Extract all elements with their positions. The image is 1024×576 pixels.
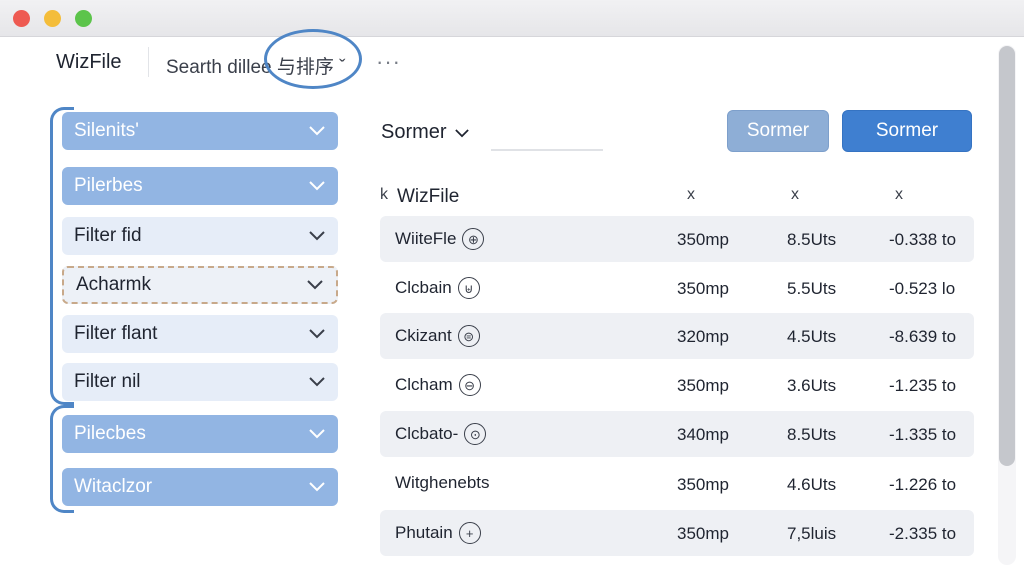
size-cell: 350mp [677,475,729,494]
sort-input[interactable] [491,149,603,151]
file-name: Clcbain [395,278,452,297]
chevron-down-icon [308,373,326,391]
size-cell: 340mp [677,425,729,444]
filter-dropdown-5[interactable]: Filter flant [62,315,338,353]
chevron-down-icon [306,276,324,294]
size-cell: 350mp [677,524,729,543]
add-icon: + [458,522,481,544]
table-row[interactable]: Clcham ⊖ 350mp 3.6Uts -1.235 to [380,362,974,408]
filter-dropdown-3[interactable]: Filter fid [62,217,338,255]
filter-label: Filter nil [74,371,141,392]
row-name-cell: Witghenebts [395,473,490,493]
col2-cell: 7,5luis [787,524,837,543]
chevron-down-icon [308,177,326,195]
app-title: WizFile [56,51,122,73]
filter-label: Filter fid [74,225,142,246]
col3-cell: -0.338 to [889,230,957,249]
col3-cell: -8.639 to [889,327,957,346]
filter-dropdown-8[interactable]: Witaclzor [62,468,338,506]
header-divider [148,47,149,77]
filter-dropdown-4[interactable]: Acharmk [62,266,338,304]
file-name: Phutain [395,523,453,542]
col2-cell: 8.5Uts [787,425,837,444]
column-header-size[interactable]: x [687,186,695,204]
chevron-down-icon [308,227,326,245]
file-name: Clcham [395,375,453,394]
col3-cell: -1.226 to [889,475,957,494]
file-name: WiiteFle [395,229,457,248]
scrollbar-thumb[interactable] [999,46,1015,466]
column-header-col2[interactable]: x [791,186,799,204]
col3-cell: -0.523 lo [889,279,956,298]
filter-label: Silenits' [74,120,139,141]
file-type-icon: ⊖ [458,374,481,396]
chevron-down-icon [308,478,326,496]
col2-cell: 5.5Uts [787,279,837,298]
chevron-down-icon [308,325,326,343]
file-name: Ckizant [395,326,452,345]
row-name-cell: Clcbain ⊎ [395,277,480,299]
col2-cell: 4.6Uts [787,475,837,494]
col3-cell: -1.335 to [889,425,957,444]
chevron-down-icon [308,122,326,140]
column-header-col3[interactable]: x [895,186,903,204]
zoom-window-button[interactable] [75,10,92,27]
table-row[interactable]: Clcbain ⊎ 350mp 5.5Uts -0.523 lo [380,265,974,311]
table-row[interactable]: Clcbato- ⊙ 340mp 8.5Uts -1.335 to [380,411,974,457]
minimize-window-button[interactable] [44,10,61,27]
row-name-cell: Clcham ⊖ [395,374,481,396]
size-cell: 350mp [677,230,729,249]
col3-cell: -2.335 to [889,524,957,543]
table-row[interactable]: Ckizant ⊜ 320mp 4.5Uts -8.639 to [380,313,974,359]
file-type-icon: ⊕ [462,228,485,250]
file-type-icon: ⊙ [464,423,487,445]
col2-cell: 4.5Uts [787,327,837,346]
file-type-icon: ⊎ [457,277,480,299]
primary-sort-button[interactable]: Sormer [842,110,972,152]
col2-cell: 3.6Uts [787,376,837,395]
app-content: WizFile Searth dillee 与排序 ˇ ··· Silenits… [36,29,1024,576]
file-name: Witghenebts [395,473,490,492]
filter-label: Pilecbes [74,423,146,444]
row-name-cell: WiiteFle ⊕ [395,228,485,250]
size-cell: 350mp [677,376,729,395]
table-row[interactable]: Witghenebts 350mp 4.6Uts -1.226 to [380,461,974,507]
secondary-sort-button[interactable]: Sormer [727,110,829,152]
filter-dropdown-6[interactable]: Filter nil [62,363,338,401]
filter-label: Acharmk [76,274,151,295]
close-window-button[interactable] [13,10,30,27]
title-bar [0,0,1024,37]
filter-label: Witaclzor [74,476,153,497]
filter-label: Pilerbes [74,175,143,196]
row-name-cell: Phutain + [395,522,481,544]
table-row[interactable]: WiiteFle ⊕ 350mp 8.5Uts -0.338 to [380,216,974,262]
filter-dropdown-1[interactable]: Silenits' [62,112,338,150]
filter-dropdown-7[interactable]: Pilecbes [62,415,338,453]
size-cell: 350mp [677,279,729,298]
file-name: Clcbato- [395,424,459,443]
more-horizontal-icon[interactable]: ··· [376,49,401,75]
sort-label: Sormer [381,121,447,143]
filter-label: Filter flant [74,323,158,344]
header-prefix: k [380,186,388,203]
annotation-circle [264,29,362,89]
col3-cell: -1.235 to [889,376,957,395]
row-name-cell: Clcbato- ⊙ [395,423,487,445]
file-type-icon: ⊜ [457,325,480,347]
filter-dropdown-2[interactable]: Pilerbes [62,167,338,205]
annotation-bracket-top [50,107,74,405]
row-name-cell: Ckizant ⊜ [395,325,480,347]
table-row[interactable]: Phutain + 350mp 7,5luis -2.335 to [380,510,974,556]
chevron-down-icon [308,425,326,443]
vertical-scrollbar[interactable] [998,45,1016,565]
table-header: k WizFile x x x [380,183,974,211]
col2-cell: 8.5Uts [787,230,837,249]
chevron-down-icon [454,121,469,144]
size-cell: 320mp [677,327,729,346]
column-header-name[interactable]: WizFile [397,186,459,208]
app-window: WizFile Searth dillee 与排序 ˇ ··· Silenits… [0,0,1024,576]
sort-dropdown[interactable]: Sormer [381,121,469,144]
